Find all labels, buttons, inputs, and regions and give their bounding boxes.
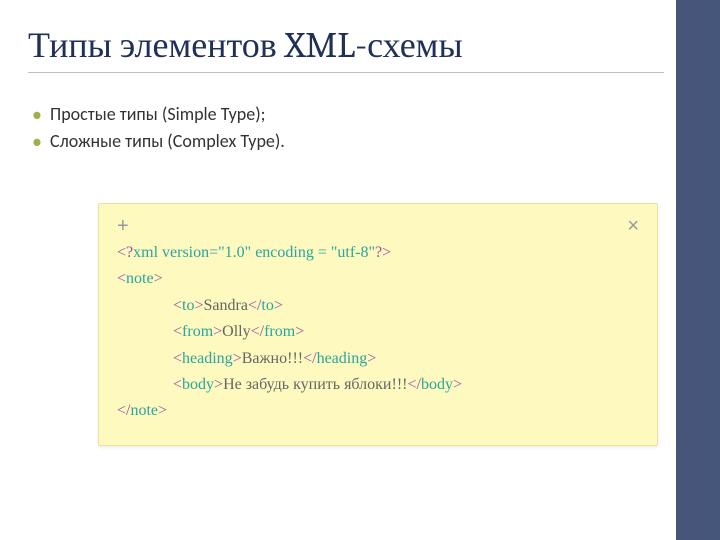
code-line: <note> xyxy=(117,266,639,292)
page-title: Типы элементов XML-схемы xyxy=(28,24,664,73)
list-item: Сложные типы (Complex Type). xyxy=(28,128,664,155)
code-line: <body>Не забудь купить яблоки!!!</body> xyxy=(117,372,639,398)
sticky-note: + × <?xml version="1.0" encoding = "utf-… xyxy=(98,203,658,446)
code-line: <from>Olly</from> xyxy=(117,319,639,345)
sticky-note-container: + × <?xml version="1.0" encoding = "utf-… xyxy=(98,203,658,446)
close-icon[interactable]: × xyxy=(627,216,639,236)
sticky-note-toolbar: + × xyxy=(117,216,639,240)
add-icon[interactable]: + xyxy=(117,216,129,236)
list-item: Простые типы (Simple Type); xyxy=(28,101,664,128)
code-line: </note> xyxy=(117,398,639,424)
bullet-list: Простые типы (Simple Type); Сложные типы… xyxy=(28,101,664,155)
code-line: <?xml version="1.0" encoding = "utf-8"?> xyxy=(117,240,639,266)
code-line: <heading>Важно!!!</heading> xyxy=(117,346,639,372)
slide: Типы элементов XML-схемы Простые типы (S… xyxy=(0,0,720,540)
code-block: <?xml version="1.0" encoding = "utf-8"?>… xyxy=(117,240,639,425)
code-line: <to>Sandra</to> xyxy=(117,293,639,319)
